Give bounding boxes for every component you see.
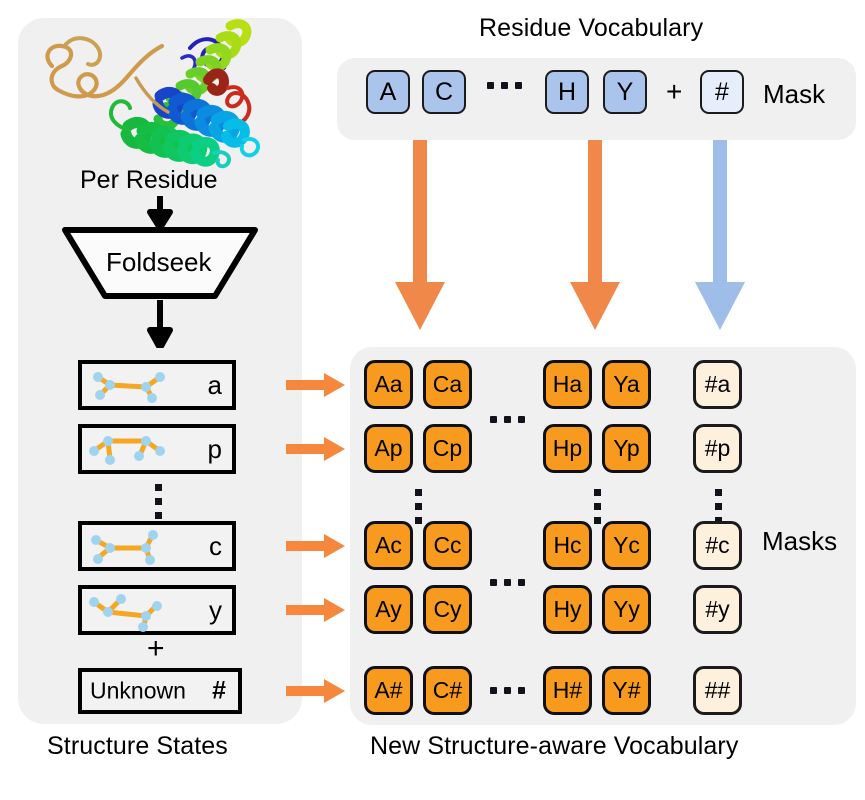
structure-state-letter: a (207, 370, 222, 400)
residue-tile-A[interactable]: A (366, 70, 410, 114)
token-tile[interactable]: Y# (602, 666, 651, 715)
token-tile[interactable]: Hc (543, 521, 592, 570)
plus-sign-left: + (147, 632, 165, 665)
token-tile[interactable]: Yp (602, 424, 651, 473)
grid-row-ellipsis-lower (490, 579, 525, 586)
residue-tile-C[interactable]: C (422, 70, 466, 114)
figure-root: Per Residue Foldseek a p c y + Unknown #… (0, 0, 865, 800)
arrow-right-state-c-icon (286, 534, 345, 558)
token-tile-mask[interactable]: #c (693, 521, 742, 570)
token-tile[interactable]: H# (543, 666, 592, 715)
grid-column-ellipsis-left (415, 489, 422, 524)
residue-tile-mask[interactable]: # (700, 70, 744, 114)
per-residue-label: Per Residue (80, 166, 218, 194)
structure-state-letter: p (207, 434, 222, 464)
structure-state-glyph-p (89, 436, 165, 465)
arrow-right-state-y-icon (286, 598, 345, 622)
token-tile[interactable]: Cp (423, 424, 472, 473)
token-tile[interactable]: Ha (543, 360, 592, 409)
token-tile[interactable]: Hy (543, 585, 592, 634)
token-tile[interactable]: Yy (602, 585, 651, 634)
plus-sign-vocabulary: + (666, 76, 683, 107)
token-tile[interactable]: C# (423, 666, 472, 715)
structure-state-glyph-c (91, 530, 158, 565)
token-tile[interactable]: Cc (423, 521, 472, 570)
arrow-right-unknown-icon (286, 679, 345, 703)
foldseek-label: Foldseek (106, 247, 212, 277)
structure-state-box-c[interactable]: c (78, 521, 236, 571)
structure-state-glyph-y (89, 594, 162, 632)
structure-state-letter: y (209, 595, 222, 625)
arrow-down-residue-A-icon (395, 140, 445, 330)
residue-tile-H[interactable]: H (545, 70, 589, 114)
token-tile[interactable]: Aa (364, 360, 413, 409)
residue-vocabulary-ellipsis (487, 82, 522, 89)
arrow-down-residue-H-icon (570, 140, 620, 330)
structure-state-box-a[interactable]: a (78, 360, 236, 410)
token-tile[interactable]: Ap (364, 424, 413, 473)
masks-label: Masks (762, 526, 838, 556)
grid-column-ellipsis-middle (594, 489, 601, 524)
grid-row-ellipsis-upper (490, 416, 525, 423)
arrow-down-mask-icon (695, 140, 745, 330)
mask-label: Mask (763, 79, 826, 109)
structure-state-box-y[interactable]: y (78, 585, 236, 635)
unknown-symbol: # (212, 676, 226, 705)
structure-state-box-p[interactable]: p (78, 424, 236, 474)
residue-vocabulary-title: Residue Vocabulary (479, 14, 704, 42)
unknown-state-box[interactable]: Unknown # (78, 668, 242, 714)
structure-states-ellipsis (155, 484, 162, 519)
token-tile[interactable]: Ay (364, 585, 413, 634)
token-tile[interactable]: Ca (423, 360, 472, 409)
token-tile[interactable]: Yc (602, 521, 651, 570)
arrow-right-state-p-icon (286, 437, 345, 461)
arrow-to-foldseek-icon (147, 196, 173, 228)
unknown-label: Unknown (90, 677, 186, 704)
arrow-to-states-icon (147, 300, 173, 348)
token-tile[interactable]: Hp (543, 424, 592, 473)
token-tile-mask[interactable]: ## (693, 666, 742, 715)
token-tile[interactable]: Ac (364, 521, 413, 570)
structure-state-letter: c (209, 531, 222, 561)
residue-tile-Y[interactable]: Y (603, 70, 647, 114)
grid-column-ellipsis-mask (715, 489, 722, 524)
arrow-right-state-a-icon (286, 373, 345, 397)
structure-state-glyph-a (93, 372, 165, 403)
grid-row-ellipsis-bottom (490, 687, 525, 694)
new-vocabulary-caption: New Structure-aware Vocabulary (370, 732, 739, 760)
token-tile[interactable]: Ya (602, 360, 651, 409)
token-tile-mask[interactable]: #a (693, 360, 742, 409)
token-tile[interactable]: Cy (423, 585, 472, 634)
protein-ribbon-icon (45, 19, 261, 169)
token-tile[interactable]: A# (364, 666, 413, 715)
structure-states-caption: Structure States (47, 732, 228, 760)
token-tile-mask[interactable]: #y (693, 585, 742, 634)
token-tile-mask[interactable]: #p (693, 424, 742, 473)
